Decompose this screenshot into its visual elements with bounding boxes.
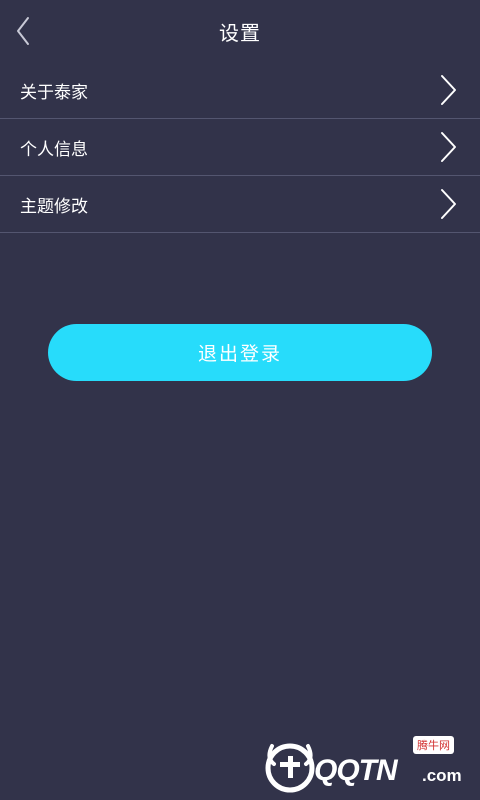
menu-item-theme[interactable]: 主题修改 bbox=[0, 176, 480, 233]
menu-item-label: 个人信息 bbox=[20, 139, 88, 160]
menu-item-about[interactable]: 关于泰家 bbox=[0, 62, 480, 119]
chevron-left-icon bbox=[17, 17, 29, 45]
header-bar: 设置 bbox=[0, 0, 480, 62]
settings-menu: 关于泰家 个人信息 主题修改 bbox=[0, 62, 480, 233]
logout-button[interactable]: 退出登录 bbox=[48, 324, 432, 381]
menu-item-label: 关于泰家 bbox=[20, 82, 88, 103]
qqtn-logo-icon bbox=[265, 743, 315, 793]
settings-screen: 设置 关于泰家 个人信息 主题修改 退出登录 QQTN .com 腾牛网 bbox=[0, 0, 480, 800]
watermark-domain: .com bbox=[422, 766, 462, 785]
watermark-brand: QQTN bbox=[314, 754, 398, 787]
menu-item-label: 主题修改 bbox=[20, 196, 88, 217]
chevron-right-icon bbox=[441, 75, 456, 105]
menu-item-profile[interactable]: 个人信息 bbox=[0, 119, 480, 176]
chevron-right-icon bbox=[441, 189, 456, 219]
page-title: 设置 bbox=[219, 20, 261, 45]
watermark-badge: 腾牛网 bbox=[413, 736, 454, 754]
watermark: QQTN .com 腾牛网 bbox=[262, 736, 472, 796]
chevron-right-icon bbox=[441, 132, 456, 162]
back-button[interactable] bbox=[6, 11, 40, 51]
